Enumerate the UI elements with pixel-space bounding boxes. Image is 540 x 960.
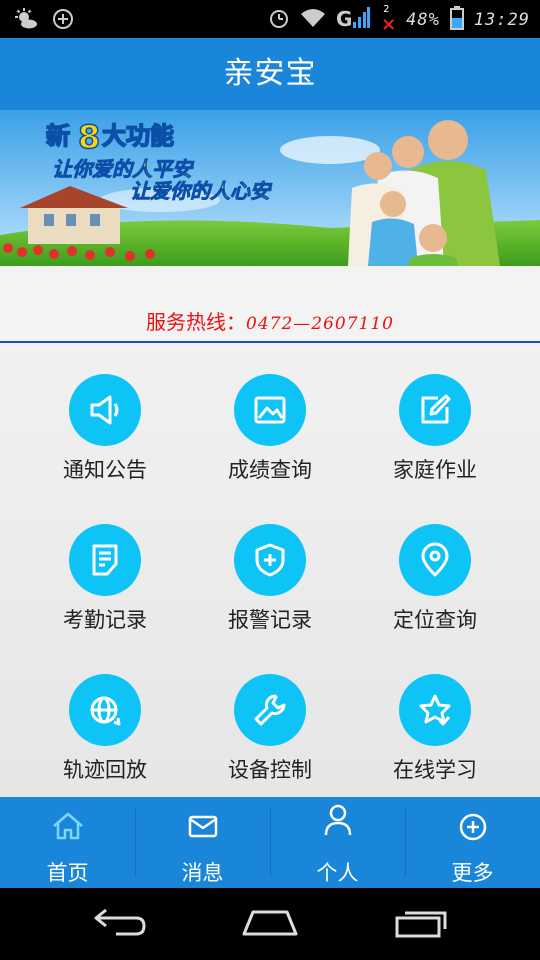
system-nav-bar	[0, 888, 540, 960]
home-system-icon[interactable]	[241, 904, 299, 944]
clock: 13:29	[473, 10, 530, 30]
hotline-label: 服务热线：	[146, 310, 246, 334]
battery-percent: 48%	[406, 10, 440, 30]
feature-label: 通知公告	[63, 458, 147, 482]
svg-text:G: G	[336, 7, 352, 30]
nav-label: 个人	[316, 861, 359, 885]
feature-label: 成绩查询	[228, 458, 312, 482]
shield-plus-icon	[234, 524, 306, 596]
feature-device-control[interactable]: 设备控制	[180, 643, 360, 793]
banner-headline-suffix: 大功能	[102, 122, 174, 150]
feature-label: 设备控制	[228, 758, 312, 782]
feature-notice[interactable]: 通知公告	[15, 343, 195, 493]
feature-location[interactable]: 定位查询	[345, 493, 525, 643]
nav-messages[interactable]: 消息	[135, 797, 270, 888]
battery-icon	[449, 6, 464, 34]
megaphone-icon	[69, 374, 141, 446]
weather-icon	[14, 7, 38, 35]
feature-label: 在线学习	[393, 758, 477, 782]
feature-online-learning[interactable]: 在线学习	[345, 643, 525, 793]
location-pin-icon	[399, 524, 471, 596]
wifi-icon	[300, 7, 326, 33]
promo-banner[interactable]: 新 8 大功能 让你爱的人平安 让爱你的人心安	[0, 110, 540, 266]
hotline-number[interactable]: 0472—2607110	[246, 314, 394, 334]
feature-label: 家庭作业	[393, 458, 477, 482]
plus-circle-icon	[457, 811, 489, 847]
mail-icon	[187, 811, 219, 845]
nav-label: 首页	[46, 861, 89, 885]
feature-label: 报警记录	[228, 608, 312, 632]
add-circle-status-icon	[52, 8, 74, 34]
image-icon	[234, 374, 306, 446]
banner-headline-prefix: 新	[46, 122, 70, 150]
feature-label: 轨迹回放	[63, 758, 147, 782]
nav-more[interactable]: 更多	[405, 797, 540, 888]
banner-image: 新 8 大功能 让你爱的人平安 让爱你的人心安	[0, 110, 540, 266]
globe-refresh-icon	[69, 674, 141, 746]
back-icon[interactable]	[92, 904, 148, 944]
nav-home[interactable]: 首页	[0, 797, 135, 888]
service-hotline[interactable]: 服务热线：0472—2607110	[0, 306, 540, 335]
banner-line-2: 让爱你的人心安	[130, 179, 273, 203]
app-header: 亲安宝	[0, 38, 540, 112]
feature-grades[interactable]: 成绩查询	[180, 343, 360, 493]
edit-icon	[399, 374, 471, 446]
document-icon	[69, 524, 141, 596]
nav-label: 消息	[181, 861, 224, 885]
banner-line-1: 让你爱的人平安	[52, 157, 195, 181]
home-icon	[51, 811, 85, 845]
recent-apps-icon[interactable]	[393, 904, 451, 944]
no-sim-icon: 2 ×	[381, 4, 397, 35]
status-bar: G 2 × 48% 13:29	[0, 0, 540, 38]
bottom-nav: 首页 消息 个人 更多	[0, 797, 540, 888]
banner-headline-number: 8	[78, 118, 100, 156]
star-check-icon	[399, 674, 471, 746]
feature-track-playback[interactable]: 轨迹回放	[15, 643, 195, 793]
page-title: 亲安宝	[223, 56, 317, 91]
feature-attendance[interactable]: 考勤记录	[15, 493, 195, 643]
person-icon	[323, 803, 353, 841]
nav-label: 更多	[451, 861, 494, 885]
feature-label: 定位查询	[393, 608, 477, 632]
alarm-icon	[268, 7, 290, 33]
feature-alarm-records[interactable]: 报警记录	[180, 493, 360, 643]
wrench-icon	[234, 674, 306, 746]
signal-icon: G	[336, 6, 371, 34]
nav-profile[interactable]: 个人	[270, 797, 405, 888]
feature-homework[interactable]: 家庭作业	[345, 343, 525, 493]
feature-grid: 通知公告 成绩查询 家庭作业 考勤记录 报警记录 定位查询 轨迹回放 设备控制 …	[0, 343, 540, 797]
feature-label: 考勤记录	[63, 608, 147, 632]
